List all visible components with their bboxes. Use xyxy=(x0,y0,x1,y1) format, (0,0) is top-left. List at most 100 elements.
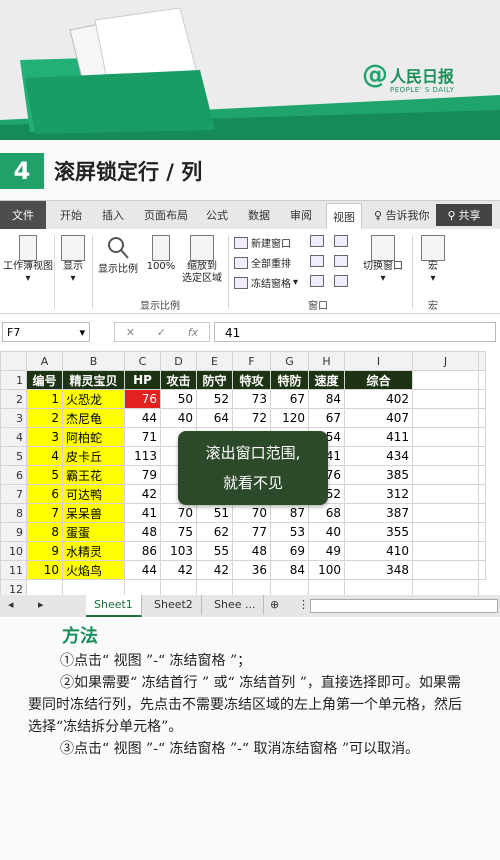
table-cell[interactable]: 8 xyxy=(26,522,63,542)
table-cell[interactable]: 阿柏蛇 xyxy=(62,427,125,447)
cell[interactable] xyxy=(478,408,486,428)
cell[interactable] xyxy=(412,503,479,523)
cell[interactable] xyxy=(478,541,486,561)
table-cell[interactable]: 9 xyxy=(26,541,63,561)
name-box[interactable]: F7 ▾ xyxy=(2,322,90,342)
row-header[interactable]: 5 xyxy=(0,446,27,466)
table-cell[interactable]: 87 xyxy=(270,503,309,523)
scroll-right-icon[interactable]: ▸ xyxy=(30,595,58,615)
table-cell[interactable]: 84 xyxy=(308,389,345,409)
tell-me-box[interactable]: ♀ 告诉我你 xyxy=(374,207,430,223)
table-cell[interactable]: 402 xyxy=(344,389,413,409)
workbook-views-button[interactable]: 工作簿视图 ▾ xyxy=(2,235,54,285)
new-window-button[interactable]: 新建窗口 xyxy=(234,235,291,250)
cell[interactable] xyxy=(478,389,486,409)
table-cell[interactable]: 71 xyxy=(124,427,161,447)
table-cell[interactable]: 103 xyxy=(160,541,197,561)
table-cell[interactable]: 120 xyxy=(270,408,309,428)
column-header[interactable]: I xyxy=(344,351,413,371)
table-cell[interactable]: 73 xyxy=(232,389,271,409)
column-header[interactable]: C xyxy=(124,351,161,371)
row-header[interactable]: 7 xyxy=(0,484,27,504)
row-header[interactable]: 9 xyxy=(0,522,27,542)
table-cell[interactable]: 84 xyxy=(270,560,309,580)
table-cell[interactable]: 72 xyxy=(232,408,271,428)
table-cell[interactable]: 68 xyxy=(308,503,345,523)
table-header-cell[interactable]: 精灵宝贝 xyxy=(62,370,125,390)
table-cell[interactable]: 5 xyxy=(26,465,63,485)
table-cell[interactable]: 火恐龙 xyxy=(62,389,125,409)
table-cell[interactable]: 52 xyxy=(196,389,233,409)
arrange-all-button[interactable]: 全部重排 xyxy=(234,255,291,270)
cell[interactable] xyxy=(478,465,486,485)
table-header-cell[interactable]: 编号 xyxy=(26,370,63,390)
table-cell[interactable]: 70 xyxy=(160,503,197,523)
column-header[interactable] xyxy=(478,351,486,371)
table-cell[interactable]: 86 xyxy=(124,541,161,561)
table-header-cell[interactable]: 特攻 xyxy=(232,370,271,390)
table-cell[interactable]: 69 xyxy=(270,541,309,561)
cell[interactable] xyxy=(412,541,479,561)
table-cell[interactable]: 48 xyxy=(124,522,161,542)
table-cell[interactable]: 10 xyxy=(26,560,63,580)
cell[interactable] xyxy=(478,522,486,542)
table-cell[interactable]: 312 xyxy=(344,484,413,504)
table-cell[interactable]: 蛋蛋 xyxy=(62,522,125,542)
tab-home[interactable]: 开始 xyxy=(60,207,82,223)
sync-scroll-button[interactable] xyxy=(334,255,351,267)
table-cell[interactable]: 1 xyxy=(26,389,63,409)
cell[interactable] xyxy=(412,560,479,580)
cell[interactable] xyxy=(478,370,486,390)
row-header[interactable]: 2 xyxy=(0,389,27,409)
row-header[interactable]: 1 xyxy=(0,370,27,390)
scroll-left-icon[interactable]: ◂ xyxy=(0,595,28,615)
fx-icon[interactable]: fx xyxy=(188,326,198,339)
tab-formulas[interactable]: 公式 xyxy=(206,207,228,223)
tab-page-layout[interactable]: 页面布局 xyxy=(144,207,188,223)
table-cell[interactable]: 48 xyxy=(232,541,271,561)
table-cell[interactable]: 62 xyxy=(196,522,233,542)
show-button[interactable]: 显示 ▾ xyxy=(58,235,88,285)
cell[interactable] xyxy=(478,427,486,447)
macros-button[interactable]: 宏 ▾ xyxy=(418,235,448,285)
add-sheet-icon[interactable]: ⊕ xyxy=(262,595,287,615)
table-cell[interactable]: 70 xyxy=(232,503,271,523)
horizontal-scrollbar[interactable] xyxy=(310,599,498,613)
zoom-button[interactable]: 显示比例 xyxy=(96,235,140,276)
unhide-button[interactable] xyxy=(310,275,327,287)
table-cell[interactable]: 40 xyxy=(308,522,345,542)
zoom-to-selection-button[interactable]: 缩放到 选定区域 xyxy=(180,235,224,285)
table-cell[interactable]: 火焰鸟 xyxy=(62,560,125,580)
sheet-tab-2[interactable]: Sheet2 xyxy=(146,595,202,615)
table-cell[interactable]: 434 xyxy=(344,446,413,466)
table-cell[interactable]: 348 xyxy=(344,560,413,580)
table-cell[interactable]: 410 xyxy=(344,541,413,561)
table-cell[interactable]: 42 xyxy=(196,560,233,580)
table-cell[interactable]: 2 xyxy=(26,408,63,428)
column-header[interactable]: D xyxy=(160,351,197,371)
table-cell[interactable]: 355 xyxy=(344,522,413,542)
table-cell[interactable]: 67 xyxy=(308,408,345,428)
row-header[interactable]: 6 xyxy=(0,465,27,485)
table-cell[interactable]: 36 xyxy=(232,560,271,580)
row-header[interactable]: 10 xyxy=(0,541,27,561)
table-cell[interactable]: 100 xyxy=(308,560,345,580)
table-cell[interactable]: 51 xyxy=(196,503,233,523)
check-icon[interactable]: ✓ xyxy=(157,326,166,339)
share-button[interactable]: ⚲ 共享 xyxy=(436,204,492,226)
tab-insert[interactable]: 插入 xyxy=(102,207,124,223)
table-header-cell[interactable]: 特防 xyxy=(270,370,309,390)
table-cell[interactable]: 7 xyxy=(26,503,63,523)
table-cell[interactable]: 40 xyxy=(160,408,197,428)
table-cell[interactable]: 霸王花 xyxy=(62,465,125,485)
hide-button[interactable] xyxy=(310,255,327,267)
table-cell[interactable]: 75 xyxy=(160,522,197,542)
cell[interactable] xyxy=(412,522,479,542)
table-cell[interactable]: 可达鸭 xyxy=(62,484,125,504)
table-cell[interactable]: 55 xyxy=(196,541,233,561)
cell[interactable] xyxy=(478,560,486,580)
table-cell[interactable]: 水精灵 xyxy=(62,541,125,561)
table-cell[interactable]: 411 xyxy=(344,427,413,447)
tab-review[interactable]: 审阅 xyxy=(290,207,312,223)
switch-windows-button[interactable]: 切换窗口 ▾ xyxy=(358,235,408,285)
